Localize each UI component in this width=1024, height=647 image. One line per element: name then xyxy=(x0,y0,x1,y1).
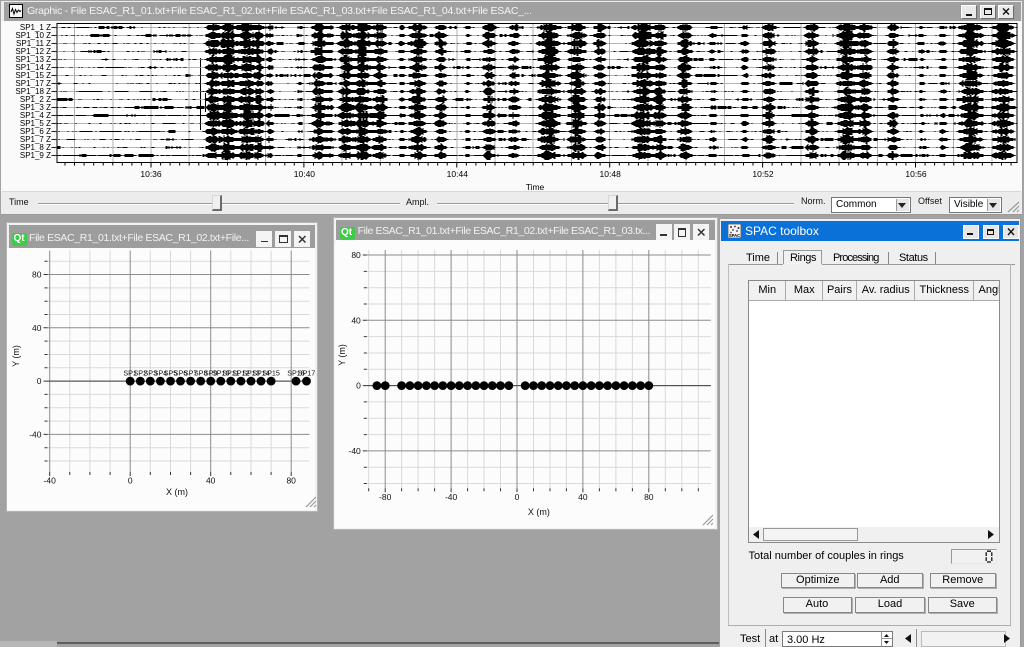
svg-text:40: 40 xyxy=(32,323,42,333)
svg-text:80: 80 xyxy=(351,250,361,260)
svg-text:40: 40 xyxy=(351,315,361,325)
svg-text:80: 80 xyxy=(286,476,296,486)
svg-text:Y (m): Y (m) xyxy=(11,345,21,367)
svg-text:-40: -40 xyxy=(349,446,362,456)
svg-text:0: 0 xyxy=(128,476,133,486)
svg-text:10:56: 10:56 xyxy=(905,169,927,179)
svg-text:40: 40 xyxy=(578,492,588,502)
svg-text:SP17: SP17 xyxy=(298,369,315,378)
svg-text:0: 0 xyxy=(356,381,361,391)
svg-text:Y (m): Y (m) xyxy=(337,344,347,366)
svg-text:80: 80 xyxy=(644,492,654,502)
svg-text:40: 40 xyxy=(206,476,216,486)
svg-text:SP15: SP15 xyxy=(262,369,280,378)
svg-text:SP1_9 Z: SP1_9 Z xyxy=(20,151,51,160)
svg-text:-40: -40 xyxy=(29,429,42,439)
svg-text:10:36: 10:36 xyxy=(140,169,162,179)
svg-text:10:48: 10:48 xyxy=(600,169,622,179)
svg-text:-40: -40 xyxy=(44,476,57,486)
svg-text:X (m): X (m) xyxy=(528,507,550,517)
svg-text:0: 0 xyxy=(37,376,42,386)
svg-text:0: 0 xyxy=(515,492,520,502)
svg-text:80: 80 xyxy=(32,270,42,280)
svg-text:SPAC: SPAC xyxy=(729,233,740,238)
svg-text:-80: -80 xyxy=(379,492,392,502)
svg-text:10:44: 10:44 xyxy=(447,169,469,179)
svg-text:-40: -40 xyxy=(445,492,458,502)
svg-text:10:40: 10:40 xyxy=(294,169,316,179)
svg-text:10:52: 10:52 xyxy=(752,169,774,179)
svg-text:X (m): X (m) xyxy=(166,487,188,497)
